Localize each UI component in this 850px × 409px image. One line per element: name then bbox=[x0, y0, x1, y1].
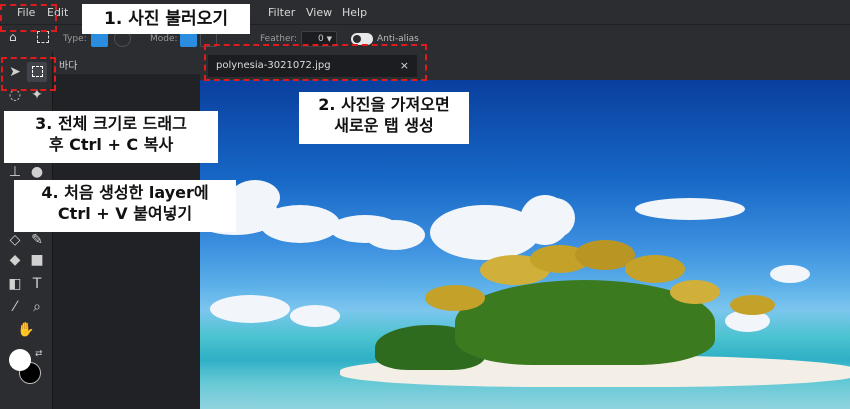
feather-value: 0 bbox=[318, 34, 324, 44]
zoom-tool-icon[interactable]: ⌕ bbox=[27, 297, 47, 317]
text-tool-icon[interactable]: T bbox=[27, 274, 47, 294]
palm-canopy bbox=[730, 295, 775, 315]
cloud-shape bbox=[535, 198, 575, 238]
menu-view[interactable]: View bbox=[306, 6, 332, 19]
palm-canopy bbox=[425, 285, 485, 311]
highlight-marquee-tool bbox=[1, 57, 56, 91]
palm-canopy bbox=[670, 280, 720, 304]
cloud-shape bbox=[290, 305, 340, 327]
antialias-label: Anti-alias bbox=[377, 34, 419, 44]
cloud-shape bbox=[210, 295, 290, 323]
callout-step2-line1: 2. 사진을 가져오면 bbox=[318, 95, 450, 114]
callout-step4: 4. 처음 생성한 layer에 Ctrl + V 붙여넣기 bbox=[14, 180, 236, 232]
home-icon[interactable]: ⌂ bbox=[9, 30, 17, 44]
callout-step4-line2: Ctrl + V 붙여넣기 bbox=[57, 203, 193, 223]
bucket-tool-icon[interactable]: ◆ bbox=[5, 250, 25, 270]
cloud-shape bbox=[365, 220, 425, 250]
mode-label: Mode: bbox=[150, 34, 178, 44]
type-label: Type: bbox=[63, 34, 87, 44]
gradient-tool-icon[interactable]: ■ bbox=[27, 250, 47, 270]
foreground-color-swatch[interactable] bbox=[9, 349, 31, 371]
panel-tab-label: 바다 bbox=[59, 61, 78, 72]
eraser-tool-icon[interactable]: ◇ bbox=[5, 230, 25, 250]
callout-step2-line2: 새로운 탭 생성 bbox=[334, 115, 434, 135]
callout-step1: 1. 사진 불러오기 bbox=[82, 4, 250, 34]
highlight-document-tab bbox=[204, 44, 427, 81]
palm-canopy bbox=[625, 255, 685, 283]
feather-label: Feather: bbox=[260, 34, 298, 44]
callout-step2: 2. 사진을 가져오면 새로운 탭 생성 bbox=[299, 92, 469, 144]
callout-step3-line1: 3. 전체 크기로 드래그 bbox=[35, 114, 187, 133]
brush-tool-icon[interactable]: ✎ bbox=[27, 230, 47, 250]
menu-help[interactable]: Help bbox=[342, 6, 367, 19]
canvas-photo[interactable] bbox=[200, 80, 850, 409]
cloud-shape bbox=[770, 265, 810, 283]
callout-step3: 3. 전체 크기로 드래그 후 Ctrl + C 복사 bbox=[4, 111, 218, 163]
hand-tool-icon[interactable]: ✋ bbox=[16, 320, 36, 340]
panel-tab[interactable]: 바다 bbox=[53, 52, 201, 74]
shape-tool-icon[interactable]: ◧ bbox=[5, 274, 25, 294]
callout-step3-line2: 후 Ctrl + C 복사 bbox=[48, 134, 174, 154]
highlight-file-menu bbox=[0, 4, 57, 32]
menu-filter[interactable]: Filter bbox=[268, 6, 295, 19]
chevron-down-icon: ▼ bbox=[326, 35, 332, 43]
drop-tool-icon[interactable]: ● bbox=[27, 162, 47, 182]
cloud-shape bbox=[635, 198, 745, 220]
stamp-tool-icon[interactable]: ⊥ bbox=[5, 162, 25, 182]
eyedropper-tool-icon[interactable]: ⁄ bbox=[5, 297, 25, 317]
callout-step4-line1: 4. 처음 생성한 layer에 bbox=[41, 183, 209, 202]
swap-colors-icon[interactable]: ⇄ bbox=[35, 349, 43, 359]
cloud-shape bbox=[260, 205, 340, 243]
select-rect-icon[interactable] bbox=[37, 31, 49, 43]
